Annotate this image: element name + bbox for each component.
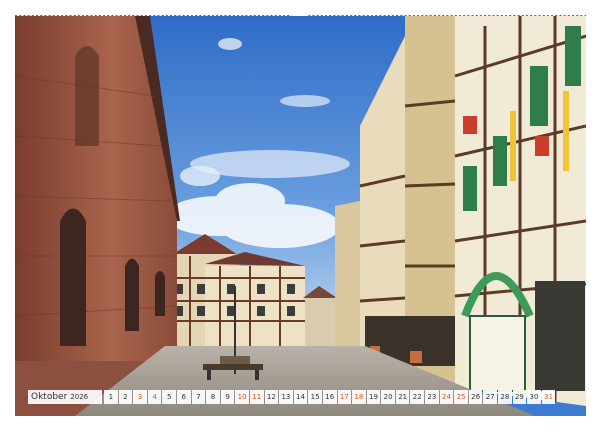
day-cell: 11	[249, 390, 264, 404]
day-cell: 24	[439, 390, 454, 404]
day-cell: 10	[235, 390, 249, 404]
day-cell: 27	[483, 390, 498, 404]
day-cell: 12	[264, 390, 279, 404]
day-cell: 1	[104, 390, 118, 404]
shop-window	[535, 281, 585, 391]
day-cell: 22	[410, 390, 425, 404]
day-cell: 21	[395, 390, 410, 404]
day-cell: 15	[308, 390, 322, 404]
day-cell: 17	[337, 390, 352, 404]
day-cell: 7	[191, 390, 206, 404]
day-cell: 31	[541, 390, 556, 404]
photo-old-town-street	[15, 16, 586, 416]
day-cell: 20	[381, 390, 395, 404]
calendar-strip: Oktober 2026 1 2 3 4 5 6 7 8 9 10 11 12 13 14 15 16 17 18…	[28, 390, 572, 404]
day-cells: 1 2 3 4 5 6 7 8 9 10 11 12 13 14 15 16 17 18 19 20 21 22 23 24 2…	[104, 390, 556, 404]
day-cell: 6	[176, 390, 191, 404]
day-cell: 23	[425, 390, 439, 404]
month-label: Oktober 2026	[28, 390, 102, 404]
day-cell: 3	[133, 390, 147, 404]
day-cell: 2	[118, 390, 133, 404]
day-cell: 28	[498, 390, 512, 404]
day-cell: 29	[512, 390, 527, 404]
day-cell: 16	[322, 390, 337, 404]
day-cell: 30	[527, 390, 541, 404]
day-cell: 9	[220, 390, 235, 404]
day-cell: 5	[162, 390, 176, 404]
month-name: Oktober	[31, 392, 68, 402]
day-cell: 4	[147, 390, 162, 404]
day-cell: 26	[468, 390, 483, 404]
day-cell: 13	[279, 390, 293, 404]
year-label: 2026	[70, 393, 89, 401]
day-cell: 14	[293, 390, 308, 404]
day-cell: 25	[454, 390, 468, 404]
street-scene-illustration	[15, 16, 586, 416]
day-cell: 18	[352, 390, 366, 404]
day-cell: 19	[366, 390, 381, 404]
day-cell: 8	[206, 390, 220, 404]
